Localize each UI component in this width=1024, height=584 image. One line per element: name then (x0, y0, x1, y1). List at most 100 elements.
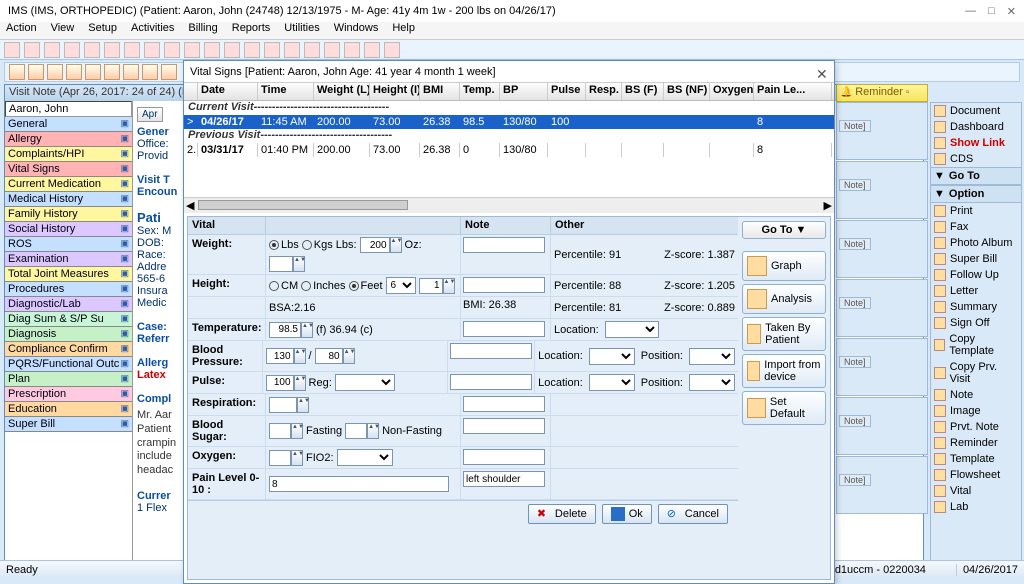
col-bp[interactable]: BP (500, 83, 548, 100)
toolbar-icon[interactable] (364, 42, 380, 58)
rp-item-copy-prv-visit[interactable]: Copy Prv. Visit (931, 359, 1021, 387)
nav-item-current-medication[interactable]: Current Medication▣ (5, 177, 132, 192)
rp-item-document[interactable]: Document (931, 103, 1021, 119)
rp-item-fax[interactable]: Fax (931, 219, 1021, 235)
col-bsf[interactable]: BS (F) (622, 83, 664, 100)
rp-item-go-to[interactable]: ▼Go To (931, 167, 1021, 185)
toolbar-icon[interactable] (304, 42, 320, 58)
sugar-nonfasting-input[interactable] (345, 423, 367, 439)
radio-cm[interactable]: CM (269, 280, 298, 292)
temp-location-select[interactable] (605, 321, 659, 338)
delete-button[interactable]: ✖Delete (528, 504, 596, 524)
nav-item-examination[interactable]: Examination▣ (5, 252, 132, 267)
minimize-icon[interactable]: — (965, 5, 976, 18)
respiration-input[interactable] (269, 397, 297, 413)
menu-view[interactable]: View (51, 22, 75, 39)
rp-item-prvt-note[interactable]: Prvt. Note (931, 419, 1021, 435)
menu-reports[interactable]: Reports (232, 22, 271, 39)
bp-systolic-input[interactable] (266, 348, 294, 364)
visit-tool-icon[interactable] (161, 64, 177, 80)
note-cell[interactable]: Note] (836, 102, 928, 160)
rp-item-cds[interactable]: CDS (931, 151, 1021, 167)
spinner-icon[interactable]: ▲▼ (367, 423, 379, 439)
pain-level-input[interactable] (269, 476, 449, 492)
toolbar-icon[interactable] (64, 42, 80, 58)
col-oxygen[interactable]: Oxygen (710, 83, 754, 100)
spinner-icon[interactable]: ▲▼ (390, 237, 402, 253)
vitals-row-previous[interactable]: 2. 03/31/17 01:40 PM 200.00 73.00 26.38 … (184, 143, 834, 157)
rp-item-template[interactable]: Template (931, 451, 1021, 467)
vitals-row-current[interactable]: > 04/26/17 11:45 AM 200.00 73.00 26.38 9… (184, 115, 834, 129)
nav-item-family-history[interactable]: Family History▣ (5, 207, 132, 222)
main-toolbar[interactable] (0, 40, 1024, 60)
fio2-select[interactable] (337, 449, 393, 466)
rp-item-image[interactable]: Image (931, 403, 1021, 419)
toolbar-icon[interactable] (344, 42, 360, 58)
nav-item-diag-sum-s-p-su[interactable]: Diag Sum & S/P Su▣ (5, 312, 132, 327)
radio-kgs[interactable]: Kgs (302, 239, 333, 251)
toolbar-icon[interactable] (184, 42, 200, 58)
nav-item-compliance-confirm[interactable]: Compliance Confirm▣ (5, 342, 132, 357)
visit-tool-icon[interactable] (142, 64, 158, 80)
menu-utilities[interactable]: Utilities (284, 22, 319, 39)
toolbar-icon[interactable] (44, 42, 60, 58)
nav-item-diagnosis[interactable]: Diagnosis▣ (5, 327, 132, 342)
bp-position-select[interactable] (689, 348, 735, 365)
nav-item-allergy[interactable]: Allergy▣ (5, 132, 132, 147)
grid-scrollbar[interactable]: ◀▶ (184, 197, 834, 213)
toolbar-icon[interactable] (224, 42, 240, 58)
rp-item-super-bill[interactable]: Super Bill (931, 251, 1021, 267)
nav-item-general[interactable]: General▣ (5, 117, 132, 132)
visit-tool-icon[interactable] (85, 64, 101, 80)
spinner-icon[interactable]: ▲▼ (297, 397, 309, 413)
rp-item-reminder[interactable]: Reminder (931, 435, 1021, 451)
rp-item-follow-up[interactable]: Follow Up (931, 267, 1021, 283)
col-bmi[interactable]: BMI (420, 83, 460, 100)
menu-billing[interactable]: Billing (188, 22, 217, 39)
oxygen-note-input[interactable] (463, 449, 545, 465)
pulse-input[interactable] (266, 375, 294, 391)
note-cell[interactable]: Note] (836, 279, 928, 337)
menu-setup[interactable]: Setup (88, 22, 117, 39)
nav-item-total-joint-measures[interactable]: Total Joint Measures▣ (5, 267, 132, 282)
col-time[interactable]: Time (258, 83, 314, 100)
import-device-button[interactable]: Import from device (742, 354, 826, 388)
radio-feet[interactable]: Feet (349, 280, 383, 292)
month-tab-apr[interactable]: Apr (137, 107, 163, 122)
spinner-icon[interactable]: ▲▼ (291, 423, 303, 439)
toolbar-icon[interactable] (124, 42, 140, 58)
toolbar-icon[interactable] (284, 42, 300, 58)
nav-item-complaints-hpi[interactable]: Complaints/HPI▣ (5, 147, 132, 162)
nav-item-plan[interactable]: Plan▣ (5, 372, 132, 387)
resp-note-input[interactable] (463, 396, 545, 412)
col-date[interactable]: Date (198, 83, 258, 100)
spinner-icon[interactable]: ▲▼ (294, 348, 306, 364)
bp-location-select[interactable] (589, 348, 635, 365)
oxygen-input[interactable] (269, 450, 291, 466)
col-bsnf[interactable]: BS (NF) (664, 83, 710, 100)
rp-item-photo-album[interactable]: Photo Album (931, 235, 1021, 251)
nav-item-education[interactable]: Education▣ (5, 402, 132, 417)
sugar-note-input[interactable] (463, 418, 545, 434)
col-pulse[interactable]: Pulse (548, 83, 586, 100)
visit-tool-icon[interactable] (104, 64, 120, 80)
temp-note-input[interactable] (463, 321, 545, 337)
toolbar-icon[interactable] (264, 42, 280, 58)
nav-item-social-history[interactable]: Social History▣ (5, 222, 132, 237)
toolbar-icon[interactable] (384, 42, 400, 58)
visit-tool-icon[interactable] (28, 64, 44, 80)
toolbar-icon[interactable] (24, 42, 40, 58)
temp-input[interactable] (269, 322, 301, 338)
toolbar-icon[interactable] (144, 42, 160, 58)
visit-tool-icon[interactable] (66, 64, 82, 80)
toolbar-icon[interactable] (204, 42, 220, 58)
maximize-icon[interactable]: □ (988, 5, 995, 18)
col-weight[interactable]: Weight (L) (314, 83, 370, 100)
rp-item-dashboard[interactable]: Dashboard (931, 119, 1021, 135)
toolbar-icon[interactable] (324, 42, 340, 58)
height-note-input[interactable] (463, 277, 545, 293)
note-cell[interactable]: Note] (836, 456, 928, 514)
nav-item-diagnostic-lab[interactable]: Diagnostic/Lab▣ (5, 297, 132, 312)
nav-item-super-bill[interactable]: Super Bill▣ (5, 417, 132, 432)
spinner-icon[interactable]: ▲▼ (293, 256, 305, 272)
